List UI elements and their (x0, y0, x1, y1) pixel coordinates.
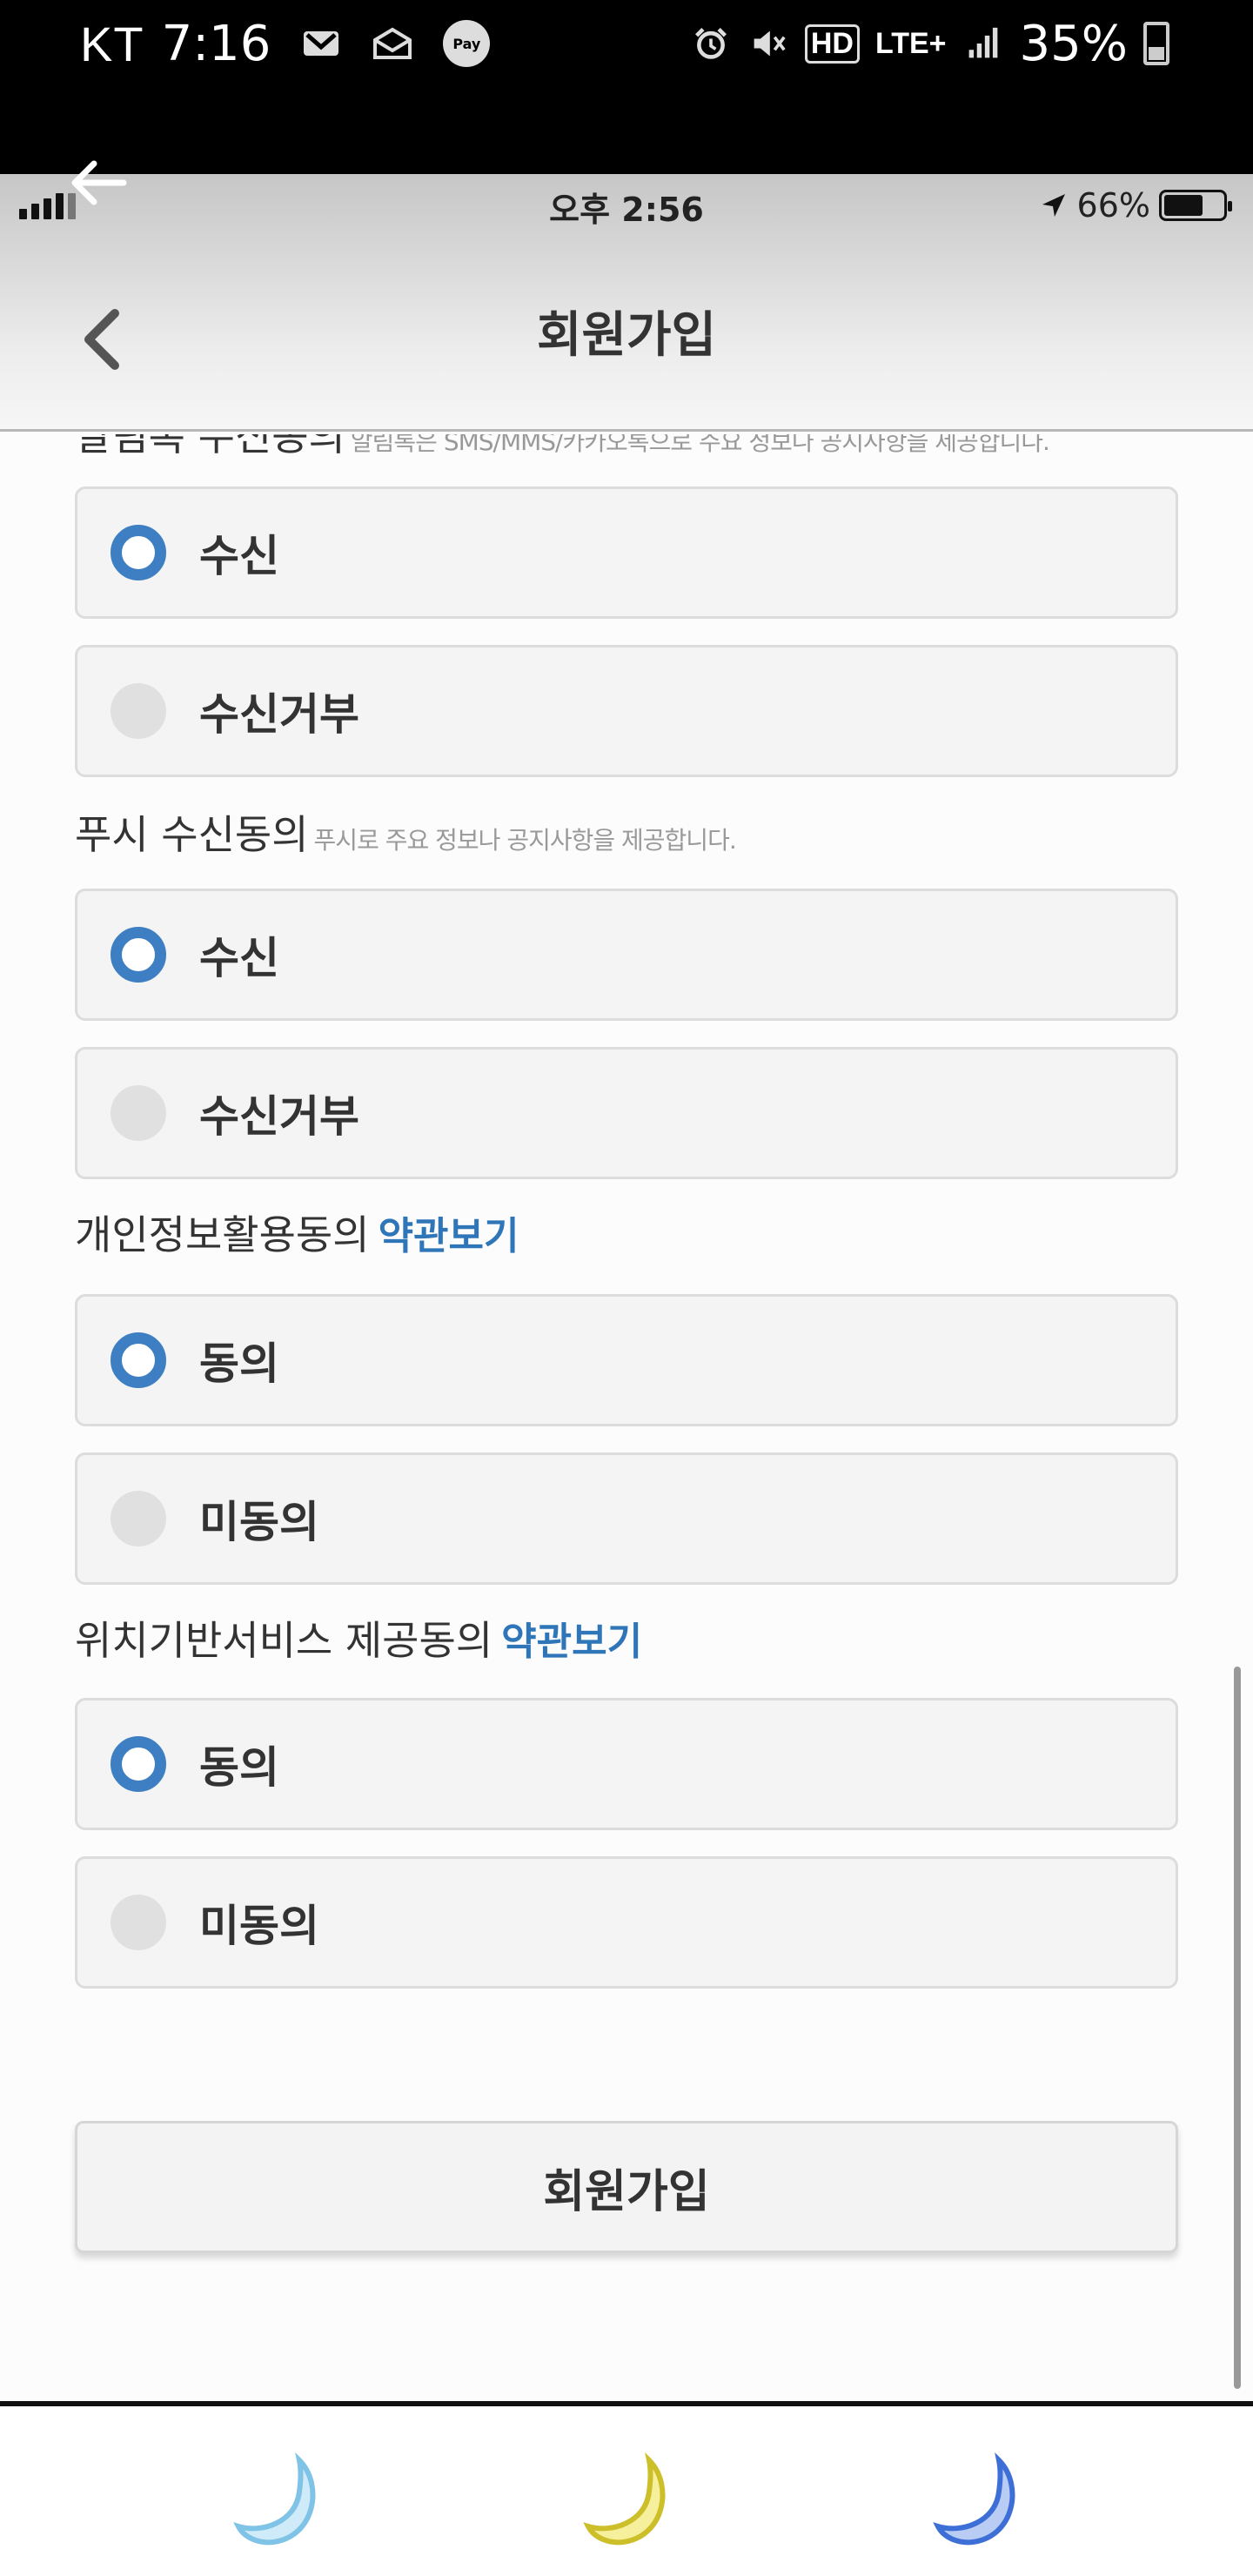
option-label: 수신거부 (199, 1091, 359, 1142)
battery-percent: 35% (1019, 15, 1128, 72)
section-hint: 푸시로 주요 정보나 공지사항을 제공합니다. (313, 826, 737, 855)
location-terms-link[interactable]: 약관보기 (501, 1620, 642, 1664)
radio-selected[interactable] (111, 1332, 166, 1388)
radio-unselected[interactable] (111, 1491, 166, 1546)
carrier-name: KT (80, 16, 144, 71)
scrollbar[interactable] (1234, 1667, 1241, 2389)
app-header: 오후 2:56 66% 회원가입 (0, 174, 1253, 432)
ios-battery-icon (1159, 190, 1232, 221)
gmail-icon (304, 31, 339, 56)
location-arrow-icon (1042, 194, 1065, 217)
section-title: 알림톡 수신동의 (75, 434, 345, 460)
radio-selected[interactable] (111, 1736, 166, 1792)
signup-submit-button[interactable]: 회원가입 (75, 2121, 1178, 2253)
option-label: 수신 (199, 933, 279, 983)
option-label: 미동의 (199, 1497, 319, 1547)
option-label: 수신 (199, 531, 279, 581)
status-time: 7:16 (161, 15, 271, 72)
radio-selected[interactable] (111, 927, 166, 983)
section-label-location: 위치기반서비스 제공동의 약관보기 (75, 1609, 642, 1667)
option-alimtalk-reject[interactable]: 수신거부 (75, 645, 1178, 777)
option-label: 수신거부 (199, 689, 359, 740)
option-privacy-disagree[interactable]: 미동의 (75, 1452, 1178, 1585)
section-title: 개인정보활용동의 (75, 1211, 370, 1258)
privacy-terms-link[interactable]: 약관보기 (379, 1214, 519, 1258)
option-push-reject[interactable]: 수신거부 (75, 1047, 1178, 1179)
option-location-agree[interactable]: 동의 (75, 1698, 1178, 1830)
option-label: 미동의 (199, 1901, 319, 1951)
option-push-accept[interactable]: 수신 (75, 889, 1178, 1021)
moon-icon-3[interactable] (926, 2450, 1030, 2554)
android-status-bar: KT 7:16 Pay HD LTE+ 35% (0, 0, 1253, 174)
signal-icon (968, 27, 997, 58)
hd-icon: HD (804, 23, 860, 64)
option-alimtalk-accept[interactable]: 수신 (75, 486, 1178, 619)
network-type: LTE+ (874, 26, 947, 60)
section-hint: 알림톡은 SMS/MMS/카카오톡으로 주요 정보나 공지사항을 제공합니다. (350, 434, 1050, 456)
mute-icon (754, 30, 786, 57)
radio-selected[interactable] (111, 525, 166, 580)
radio-unselected[interactable] (111, 1085, 166, 1141)
section-title: 푸시 수신동의 (75, 811, 309, 858)
radio-unselected[interactable] (111, 1895, 166, 1950)
page-title: 회원가입 (536, 307, 717, 364)
alarm-icon (694, 28, 727, 59)
option-label: 동의 (199, 1338, 279, 1389)
moon-icon-2[interactable] (576, 2450, 680, 2554)
back-arrow-icon[interactable] (63, 148, 132, 218)
option-label: 동의 (199, 1742, 279, 1793)
ios-battery-percent: 66% (1076, 186, 1150, 225)
mail-icon (373, 27, 412, 59)
section-label-alimtalk: 알림톡 수신동의 알림톡은 SMS/MMS/카카오톡으로 주요 정보나 공지사항을… (75, 434, 1050, 462)
section-label-privacy: 개인정보활용동의 약관보기 (75, 1204, 519, 1261)
signup-form: 알림톡 수신동의 알림톡은 SMS/MMS/카카오톡으로 주요 정보나 공지사항을… (0, 434, 1253, 2401)
pay-icon: Pay (443, 20, 491, 67)
moon-icon-1[interactable] (226, 2450, 331, 2554)
battery-icon (1143, 22, 1169, 65)
section-label-push: 푸시 수신동의 푸시로 주요 정보나 공지사항을 제공합니다. (75, 803, 737, 861)
bottom-nav (0, 2406, 1253, 2576)
radio-unselected[interactable] (111, 683, 166, 739)
ios-status-bar: 오후 2:56 66% (0, 174, 1253, 235)
option-privacy-agree[interactable]: 동의 (75, 1294, 1178, 1426)
option-location-disagree[interactable]: 미동의 (75, 1856, 1178, 1989)
section-title: 위치기반서비스 제공동의 (75, 1617, 493, 1664)
